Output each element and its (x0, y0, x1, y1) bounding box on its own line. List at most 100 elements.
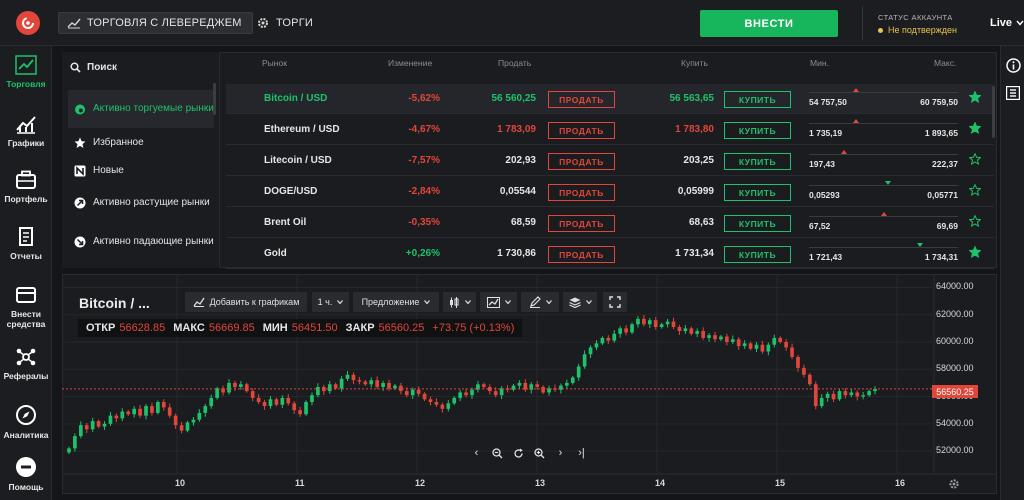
market-name[interactable]: Ethereum / USD (264, 124, 340, 135)
buy-button[interactable]: КУПИТЬ (724, 91, 791, 108)
right-rail (1000, 46, 1024, 500)
candle-body (677, 327, 682, 332)
category-hot-markets[interactable]: Активно торгуемые рынки (68, 90, 214, 128)
reports-icon (19, 227, 33, 246)
candle-body (831, 393, 836, 400)
nav-item-charts[interactable]: Графики (0, 114, 52, 148)
range-marker-icon (884, 181, 891, 185)
account-status-value[interactable]: Не подтвержден (878, 25, 957, 35)
market-row[interactable]: Gold +0,26% 1 730,86 ПРОДАТЬ 1 731,34 КУПИТЬ 1… (226, 239, 994, 269)
market-row[interactable]: Ethereum / USD -4,67% 1 783,09 ПРОДАТЬ 1 783… (226, 115, 994, 145)
buy-button[interactable]: КУПИТЬ (724, 122, 791, 139)
sell-button[interactable]: ПРОДАТЬ (548, 246, 615, 263)
nav-item-reports[interactable]: Отчеты (0, 227, 52, 261)
search-input[interactable]: Поиск (70, 56, 210, 78)
scroll-right-icon[interactable]: › (550, 443, 571, 463)
market-name[interactable]: Litecoin / USD (264, 155, 332, 166)
sell-button[interactable]: ПРОДАТЬ (548, 215, 615, 232)
categories-scrollbar[interactable] (213, 83, 216, 115)
account-status-text: Не подтвержден (888, 25, 957, 35)
nav-label: Рефералы (3, 371, 49, 381)
collapse-icon[interactable] (1006, 86, 1020, 100)
markets-scrollbar[interactable] (992, 86, 995, 138)
chart-settings-icon[interactable] (948, 478, 960, 490)
buy-price: 203,25 (683, 155, 714, 166)
scroll-left-icon[interactable]: ‹ (466, 443, 487, 463)
nav-item-help[interactable]: Помощь (0, 456, 52, 492)
fullscreen-button[interactable] (603, 292, 627, 312)
buy-button[interactable]: КУПИТЬ (724, 246, 791, 263)
ohlc-high-value: 56669.85 (208, 322, 255, 334)
x-tick-label: 15 (775, 478, 786, 488)
app-root: ТОРГОВЛЯ С ЛЕВЕРЕДЖЕМ ТОРГИ ВНЕСТИ СТАТУ… (0, 0, 1024, 500)
favorite-star-icon[interactable] (969, 246, 981, 258)
nav-label: Отчеты (10, 251, 42, 261)
candle-type-button[interactable] (443, 292, 476, 312)
candle-body (855, 392, 860, 397)
market-row[interactable]: Bitcoin / USD -5,62% 56 560,25 ПРОДАТЬ 56 56… (226, 84, 994, 114)
candle-body (156, 402, 160, 413)
nav-item-trading[interactable]: Торговля (0, 55, 52, 89)
candle-body (227, 382, 231, 393)
candle-body (250, 391, 255, 398)
brand-logo-icon[interactable] (16, 11, 40, 35)
market-row[interactable]: Brent Oil -0,35% 68,59 ПРОДАТЬ 68,63 КУПИТЬ 67… (226, 208, 994, 238)
market-row[interactable]: Litecoin / USD -7,57% 202,93 ПРОДАТЬ 203,25 К… (226, 146, 994, 176)
scroll-to-end-icon[interactable]: ›| (571, 443, 592, 463)
favorite-star-icon[interactable] (969, 153, 981, 165)
favorite-star-icon[interactable] (969, 122, 981, 134)
indicators-button[interactable] (480, 292, 517, 312)
x-tick-label: 13 (535, 478, 546, 488)
candle-body (683, 328, 688, 332)
info-icon[interactable] (1006, 58, 1021, 73)
price-type-select[interactable]: Предложение (353, 292, 439, 312)
nav-label: Внести средства (6, 309, 46, 329)
layers-button[interactable] (563, 292, 597, 312)
market-name[interactable]: DOGE/USD (264, 186, 317, 197)
favorite-star-icon[interactable] (969, 215, 981, 227)
nav-item-deposit[interactable]: Внести средства (0, 285, 52, 329)
nav-item-referrals[interactable]: Рефералы (0, 347, 52, 381)
deposit-button[interactable]: ВНЕСТИ (700, 10, 838, 37)
market-name[interactable]: Gold (264, 248, 287, 259)
add-to-charts-button[interactable]: Добавить к графикам (185, 292, 307, 312)
candle-body (215, 388, 219, 398)
category-new[interactable]: Новые (68, 162, 214, 180)
category-falling[interactable]: Активно падающие рынки (68, 228, 214, 256)
buy-button[interactable]: КУПИТЬ (724, 153, 791, 170)
buy-button[interactable]: КУПИТЬ (724, 184, 791, 201)
drawing-tools-button[interactable] (521, 292, 559, 312)
max-price: 1 893,65 (924, 128, 958, 138)
buy-button[interactable]: КУПИТЬ (724, 215, 791, 232)
market-row[interactable]: DOGE/USD -2,84% 0,05544 ПРОДАТЬ 0,05999 КУПИТ… (226, 177, 994, 207)
category-rising[interactable]: Активно растущие рынки (68, 189, 214, 217)
nav-item-analytics[interactable]: Аналитика (0, 404, 52, 440)
market-name[interactable]: Brent Oil (264, 217, 306, 228)
sell-button[interactable]: ПРОДАТЬ (548, 184, 615, 201)
nav-item-portfolio[interactable]: Портфель (0, 170, 52, 204)
chart-instrument-title[interactable]: Bitcoin / ... (79, 295, 150, 311)
category-label: Избранное (93, 137, 144, 148)
sell-price: 202,93 (505, 155, 536, 166)
reset-zoom-icon[interactable] (508, 443, 529, 463)
candle-body (802, 367, 806, 375)
account-mode-select[interactable]: Live (990, 17, 1024, 29)
zoom-in-icon[interactable] (529, 443, 550, 463)
charts-icon (16, 116, 36, 134)
tab-trades[interactable]: ТОРГИ (248, 12, 323, 34)
tab-leverage-trading[interactable]: ТОРГОВЛЯ С ЛЕВЕРЕДЖЕМ (58, 12, 253, 34)
zoom-out-icon[interactable] (487, 443, 508, 463)
sell-button[interactable]: ПРОДАТЬ (548, 153, 615, 170)
ohlc-close-value: 56560.25 (378, 322, 425, 334)
market-name[interactable]: Bitcoin / USD (264, 93, 327, 104)
candle-body (576, 366, 581, 378)
interval-select[interactable]: 1 ч. (312, 292, 349, 312)
favorite-star-icon[interactable] (969, 91, 981, 103)
category-favorites[interactable]: Избранное (68, 134, 214, 152)
trading-icon (15, 55, 37, 75)
sell-button[interactable]: ПРОДАТЬ (548, 91, 615, 108)
ohlc-low-value: 56451.50 (291, 322, 338, 334)
account-status-title: СТАТУС АККАУНТА (878, 13, 953, 22)
favorite-star-icon[interactable] (969, 184, 981, 196)
sell-button[interactable]: ПРОДАТЬ (548, 122, 615, 139)
